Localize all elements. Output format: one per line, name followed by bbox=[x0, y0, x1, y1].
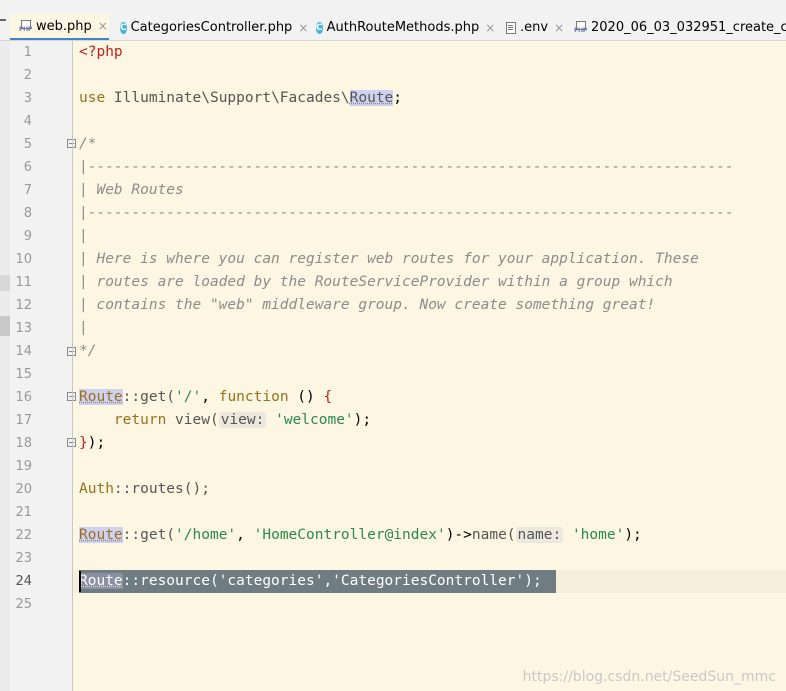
tab-env[interactable]: .env × bbox=[495, 14, 567, 40]
class-icon: C bbox=[316, 21, 323, 34]
code-line-1: <?php bbox=[79, 44, 123, 60]
php-file-icon: PHP bbox=[19, 19, 32, 33]
code-line-24: Route::resource('categories','Categories… bbox=[79, 573, 542, 589]
line-number: 4 bbox=[23, 114, 32, 129]
line-number: 22 bbox=[15, 528, 32, 543]
line-number: 15 bbox=[15, 367, 32, 382]
code-line-5: /* bbox=[79, 136, 97, 152]
tab-label: CategoriesController.php bbox=[130, 20, 293, 35]
strip-marker bbox=[0, 316, 10, 336]
line-number: 2 bbox=[23, 68, 32, 83]
text-file-icon bbox=[506, 21, 516, 34]
code-line-20: Auth::routes(); bbox=[79, 481, 210, 497]
code-line-17: return view(view: 'welcome'); bbox=[113, 412, 372, 428]
code-line-11: | routes are loaded by the RouteServiceP… bbox=[79, 274, 673, 290]
line-number: 8 bbox=[23, 206, 32, 221]
code-line-7: | Web Routes bbox=[79, 182, 184, 198]
close-tab-icon[interactable]: × bbox=[554, 21, 564, 35]
code-editor[interactable]: <?php use Illuminate\Support\Facades\Rou… bbox=[73, 41, 786, 691]
tab-categories-controller[interactable]: C CategoriesController.php × bbox=[109, 14, 308, 40]
line-number: 6 bbox=[23, 160, 32, 175]
code-line-10: | Here is where you can register web rou… bbox=[79, 251, 699, 267]
code-line-12: | contains the "web" middleware group. N… bbox=[79, 297, 656, 313]
tab-label: web.php bbox=[36, 18, 92, 34]
parameter-hint: view: bbox=[218, 412, 267, 428]
code-line-3: use Illuminate\Support\Facades\Route; bbox=[79, 90, 403, 106]
line-number: 12 bbox=[15, 298, 32, 313]
editor-tab-bar: PHP web.php × C CategoriesController.php… bbox=[0, 0, 786, 41]
close-tab-icon[interactable]: × bbox=[98, 19, 108, 33]
tab-label: .env bbox=[520, 20, 549, 35]
line-number: 21 bbox=[15, 505, 32, 520]
code-line-13: | bbox=[79, 320, 88, 336]
line-number: 25 bbox=[15, 597, 32, 612]
code-line-22: Route::get('/home', 'HomeController@inde… bbox=[79, 527, 642, 543]
line-number: 23 bbox=[15, 551, 32, 566]
line-number: 3 bbox=[23, 91, 32, 106]
line-number-gutter[interactable]: 1 2 3 4 5 6 7 8 9 10 11 12 13 14 15 16 1… bbox=[10, 41, 76, 691]
class-icon: C bbox=[120, 21, 127, 34]
line-number: 19 bbox=[15, 459, 32, 474]
code-line-6: |---------------------------------------… bbox=[79, 159, 734, 175]
code-line-9: | bbox=[79, 228, 88, 244]
line-number: 7 bbox=[23, 183, 32, 198]
tab-web-php[interactable]: PHP web.php × bbox=[10, 14, 109, 40]
code-line-8: |---------------------------------------… bbox=[79, 205, 734, 221]
line-number: 1 bbox=[23, 45, 32, 60]
parameter-hint: name: bbox=[515, 527, 564, 543]
code-line-16: Route::get('/', function () { bbox=[79, 389, 333, 405]
tab-auth-route-methods[interactable]: C AuthRouteMethods.php × bbox=[307, 14, 495, 40]
code-line-14: */ bbox=[79, 343, 97, 359]
line-number: 17 bbox=[15, 413, 32, 428]
code-line-18: }); bbox=[79, 435, 106, 451]
tab-label: 2020_06_03_032951_create_catego bbox=[591, 20, 786, 35]
watermark: https://blog.csdn.net/SeedSun_mmc bbox=[522, 669, 776, 685]
line-number: 9 bbox=[23, 229, 32, 244]
text-caret bbox=[79, 571, 81, 592]
line-number: 14 bbox=[15, 344, 32, 359]
tab-label: AuthRouteMethods.php bbox=[326, 20, 480, 35]
php-file-icon: PHP bbox=[574, 21, 587, 34]
line-number: 11 bbox=[15, 275, 32, 290]
line-number: 5 bbox=[23, 137, 32, 152]
line-number: 16 bbox=[15, 390, 32, 405]
tab-scroll-left-indicator[interactable] bbox=[0, 19, 6, 21]
strip-marker bbox=[0, 275, 10, 291]
line-number: 10 bbox=[15, 252, 32, 267]
left-tool-strip bbox=[0, 41, 10, 691]
line-number: 18 bbox=[15, 436, 32, 451]
line-number: 20 bbox=[15, 482, 32, 497]
tab-create-categories-migration[interactable]: PHP 2020_06_03_032951_create_catego bbox=[567, 14, 786, 40]
line-number: 13 bbox=[15, 321, 32, 336]
close-tab-icon[interactable]: × bbox=[485, 21, 495, 35]
current-line-number: 24 bbox=[15, 574, 32, 589]
